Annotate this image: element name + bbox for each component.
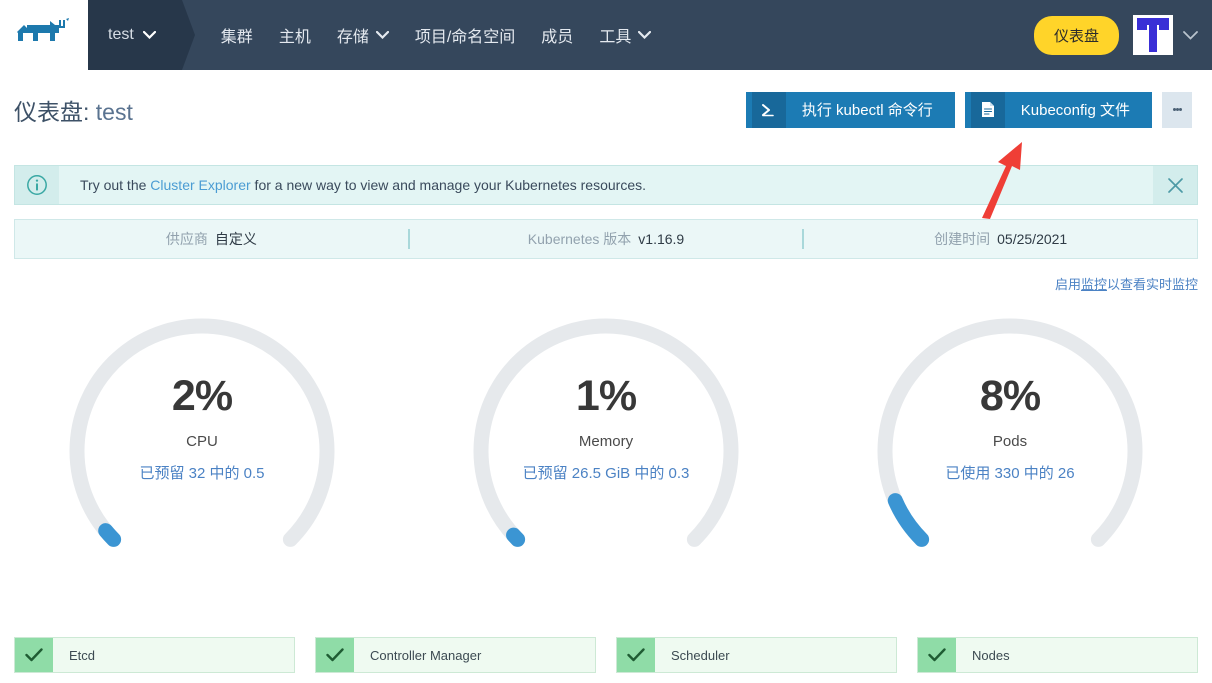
nav-item-tools[interactable]: 工具 [586,0,664,70]
nav-item-hosts[interactable]: 主机 [266,0,324,70]
page-title-cluster-name: test [95,98,133,125]
top-navbar: test 集群 主机 存储 项目/命名空间 成员 工具 仪表盘 [0,0,1212,70]
monitoring-link-word[interactable]: 监控 [1081,277,1107,292]
dashboard-pill-button[interactable]: 仪表盘 [1033,15,1119,55]
status-tile-controller-manager[interactable]: Controller Manager [315,637,596,673]
nav-items: 集群 主机 存储 项目/命名空间 成员 工具 [208,0,665,70]
status-tile-label: Etcd [69,647,96,663]
banner-text: Try out the Cluster Explorer for a new w… [59,177,646,193]
nav-item-label: 成员 [541,29,574,46]
info-key: 创建时间 [934,231,991,247]
rancher-logo[interactable] [0,0,88,70]
gauge-detail: 已预留 26.5 GiB 中的 0.3 [522,465,690,483]
more-vertical-icon[interactable] [1162,91,1192,128]
gauge-name: CPU [186,433,218,451]
cluster-selector[interactable]: test [88,0,195,70]
run-kubectl-button[interactable]: 执行 kubectl 命令行 [745,91,955,128]
info-cell-created: 创建时间 05/25/2021 [804,229,1197,249]
nav-item-clusters[interactable]: 集群 [208,0,266,70]
page-header: 仪表盘: test 执行 kubectl 命令行 Kubeconfig 文件 [0,70,1212,149]
check-icon [15,638,53,672]
enable-monitoring-link[interactable]: 启用监控以查看实时监控 [0,274,1198,293]
gauge-percent: 1% [575,372,637,420]
file-document-icon [970,91,1005,128]
gauge-percent: 8% [979,372,1041,420]
kebab-dot [1178,108,1182,111]
terminal-prompt-icon [751,91,786,128]
status-tile-etcd[interactable]: Etcd [14,637,295,673]
info-cell-provider: 供应商 自定义 [15,229,408,249]
kubeconfig-file-button[interactable]: Kubeconfig 文件 [964,91,1152,128]
gauge-memory-labels: 1% Memory 已预留 26.5 GiB 中的 0.3 [404,372,808,483]
component-status-tiles: Etcd Controller Manager Scheduler Nodes [14,637,1198,673]
nav-item-projects-namespaces[interactable]: 项目/命名空间 [402,0,528,70]
cluster-explorer-banner: Try out the Cluster Explorer for a new w… [14,165,1198,205]
monitoring-text-before: 启用 [1054,277,1081,292]
navbar-right: 仪表盘 [1033,0,1212,70]
info-circle-icon [15,166,59,204]
cluster-explorer-link[interactable]: Cluster Explorer [150,177,250,193]
gauge-value-arc [98,523,122,547]
status-tile-label: Controller Manager [370,647,482,663]
nav-item-storage[interactable]: 存储 [324,0,402,70]
banner-text-before: Try out the [80,177,151,193]
page-title: 仪表盘: test [14,93,133,127]
banner-text-after: for a new way to view and manage your Ku… [250,177,646,193]
info-key: Kubernetes 版本 [527,231,632,247]
gauge-name: Memory [578,433,634,451]
monitoring-text-after: 以查看实时监控 [1106,277,1198,292]
nav-item-label: 集群 [220,29,253,46]
selector-point [181,0,195,70]
gauge-detail: 已预留 32 中的 0.5 [139,465,265,483]
page-title-prefix: 仪表盘: [14,98,96,125]
gauge-cpu-labels: 2% CPU 已预留 32 中的 0.5 [0,372,404,483]
check-icon [617,638,655,672]
info-key: 供应商 [165,231,208,247]
user-avatar[interactable] [1133,15,1173,55]
status-tile-label: Nodes [972,647,1010,663]
nav-item-label: 主机 [278,29,311,46]
chevron-down-icon [638,31,652,39]
info-value: 自定义 [214,231,257,247]
status-tile-nodes[interactable]: Nodes [917,637,1198,673]
chevron-down-icon [375,31,389,39]
rancher-cow-logo-icon [17,18,69,41]
gauge-percent: 2% [171,372,233,420]
page-header-actions: 执行 kubectl 命令行 Kubeconfig 文件 [745,91,1192,128]
info-cell-kubernetes-version: Kubernetes 版本 v1.16.9 [410,229,803,249]
avatar-chevron-down-icon[interactable] [1183,30,1198,40]
kubeconfig-file-label: Kubeconfig 文件 [1020,102,1130,119]
gauge-pods-labels: 8% Pods 已使用 330 中的 26 [808,372,1212,483]
nav-item-label: 项目/命名空间 [414,29,516,46]
nav-item-label: 存储 [336,29,369,46]
chevron-down-icon [142,31,156,39]
status-tile-label: Scheduler [671,647,730,663]
close-x-icon[interactable] [1153,166,1197,204]
gauge-cpu: 2% CPU 已预留 32 中的 0.5 [0,296,404,596]
nav-item-members[interactable]: 成员 [528,0,586,70]
check-icon [918,638,956,672]
info-value: v1.16.9 [638,231,685,247]
resource-gauges: 2% CPU 已预留 32 中的 0.5 1% Memory 已预留 26.5 … [0,296,1212,596]
status-tile-scheduler[interactable]: Scheduler [616,637,897,673]
check-icon [316,638,354,672]
gauge-name: Pods [992,433,1028,451]
gauge-value-arc [506,527,526,547]
gauge-memory: 1% Memory 已预留 26.5 GiB 中的 0.3 [404,296,808,596]
gauge-detail: 已使用 330 中的 26 [945,465,1075,483]
gauge-pods: 8% Pods 已使用 330 中的 26 [808,296,1212,596]
cluster-selector-label: test [108,26,134,43]
info-value: 05/25/2021 [997,231,1068,247]
cluster-info-strip: 供应商 自定义 Kubernetes 版本 v1.16.9 创建时间 05/25… [14,219,1198,259]
run-kubectl-label: 执行 kubectl 命令行 [801,102,933,119]
nav-item-label: 工具 [599,29,632,46]
gauge-value-arc [887,493,930,547]
